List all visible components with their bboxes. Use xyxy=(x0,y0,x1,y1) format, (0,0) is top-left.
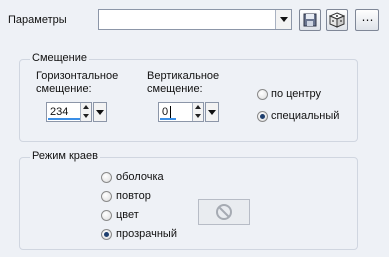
horizontal-offset-stepper[interactable] xyxy=(80,103,91,121)
center-radio-label[interactable]: по центру xyxy=(271,88,321,100)
preset-dropdown-button[interactable] xyxy=(275,10,291,29)
increment-icon[interactable] xyxy=(83,105,89,109)
edge-wrap-radio[interactable] xyxy=(101,172,112,183)
vertical-offset-value: 0 xyxy=(162,106,169,118)
offset-group-title: Смещение xyxy=(30,52,90,64)
custom-radio-label[interactable]: специальный xyxy=(271,110,339,122)
edge-transparent-label[interactable]: прозрачный xyxy=(116,228,177,240)
horizontal-offset-dropdown-button[interactable] xyxy=(93,102,107,122)
decrement-icon[interactable] xyxy=(83,114,89,118)
decrement-icon[interactable] xyxy=(195,114,201,118)
vertical-offset-slider-bar[interactable] xyxy=(160,118,176,120)
horizontal-offset-label-line1: Горизонтальное xyxy=(36,70,119,82)
no-entry-icon xyxy=(216,204,232,220)
chevron-down-icon xyxy=(96,109,104,115)
custom-radio[interactable] xyxy=(257,111,268,122)
edge-repeat-radio[interactable] xyxy=(101,191,112,202)
more-options-label: ⋯ xyxy=(361,13,374,27)
edge-mode-group xyxy=(19,157,358,250)
edge-color-swatch xyxy=(198,199,250,225)
vertical-offset-label-line1: Вертикальное xyxy=(147,70,220,82)
edge-transparent-radio[interactable] xyxy=(101,229,112,240)
horizontal-offset-input[interactable]: 234 xyxy=(46,102,92,122)
increment-icon[interactable] xyxy=(195,105,201,109)
edge-repeat-label[interactable]: повтор xyxy=(116,190,151,202)
vertical-offset-input[interactable]: 0 xyxy=(158,102,204,122)
horizontal-offset-value: 234 xyxy=(50,106,69,118)
save-preset-button[interactable] xyxy=(299,9,321,31)
edge-wrap-label[interactable]: оболочка xyxy=(116,171,164,183)
randomize-button[interactable] xyxy=(326,9,348,31)
preset-label: Параметры xyxy=(8,14,67,26)
edge-mode-group-title: Режим краев xyxy=(30,150,100,162)
edge-color-radio[interactable] xyxy=(101,210,112,221)
chevron-down-icon xyxy=(208,109,216,115)
vertical-offset-dropdown-button[interactable] xyxy=(205,102,219,122)
preset-dropdown[interactable] xyxy=(98,9,292,30)
horizontal-offset-slider-bar[interactable] xyxy=(48,118,81,120)
edge-color-label[interactable]: цвет xyxy=(116,209,139,221)
dice-icon xyxy=(329,12,345,28)
chevron-down-icon xyxy=(279,17,288,22)
vertical-offset-label-line2: смещение: xyxy=(147,83,203,95)
more-options-button[interactable]: ⋯ xyxy=(355,9,379,31)
vertical-offset-stepper[interactable] xyxy=(192,103,203,121)
horizontal-offset-label-line2: смещение: xyxy=(36,83,92,95)
floppy-disk-icon xyxy=(303,13,317,27)
center-radio[interactable] xyxy=(257,89,268,100)
